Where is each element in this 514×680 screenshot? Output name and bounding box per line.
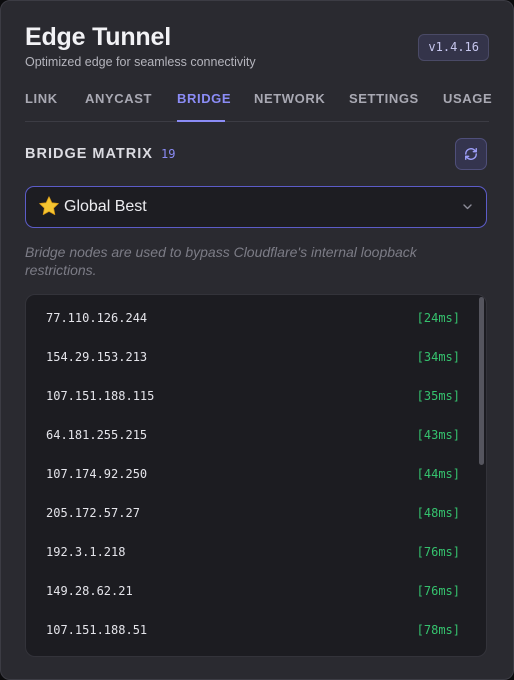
app-panel: Edge Tunnel Optimized edge for seamless … <box>0 0 514 680</box>
version-badge: v1.4.16 <box>418 34 489 61</box>
bridge-ip: 149.28.62.21 <box>46 584 133 598</box>
tab-settings[interactable]: SETTINGS <box>349 91 419 106</box>
bridge-ip: 205.172.57.27 <box>46 506 140 520</box>
region-select-value: Global Best <box>64 198 147 215</box>
refresh-button[interactable] <box>455 138 487 170</box>
bridge-item[interactable]: 192.3.1.218 [76ms] <box>26 529 460 568</box>
bridge-ip: 107.174.92.250 <box>46 467 148 481</box>
section-title: BRIDGE MATRIX <box>25 146 153 162</box>
bridge-latency: [78ms] <box>416 623 460 637</box>
bridge-item[interactable]: 107.174.92.250 [44ms] <box>26 451 460 490</box>
tab-bar: LINK ANYCAST BRIDGE NETWORK SETTINGS USA… <box>25 85 492 122</box>
bridge-ip: 77.110.126.244 <box>46 311 148 325</box>
bridge-item[interactable]: 64.181.255.215 [43ms] <box>26 412 460 451</box>
app-title: Edge Tunnel <box>25 23 171 51</box>
scrollbar-thumb[interactable] <box>479 297 484 465</box>
bridge-latency: [44ms] <box>416 467 460 481</box>
bridge-ip: 154.29.153.213 <box>46 350 148 364</box>
bridge-item[interactable]: 149.28.62.21 [76ms] <box>26 568 460 607</box>
bridge-item[interactable]: 107.151.188.115 [35ms] <box>26 373 460 412</box>
bridge-note: Bridge nodes are used to bypass Cloudfla… <box>25 244 417 278</box>
bridge-item[interactable]: 154.29.153.213 [34ms] <box>26 334 460 373</box>
bridge-ip: 64.181.255.215 <box>46 428 148 442</box>
bridge-latency: [24ms] <box>416 311 460 325</box>
bridge-latency: [48ms] <box>416 506 460 520</box>
bridge-latency: [43ms] <box>416 428 460 442</box>
tab-network[interactable]: NETWORK <box>254 91 325 106</box>
active-tab-indicator <box>177 120 225 122</box>
refresh-icon <box>465 148 477 160</box>
bridge-latency: [76ms] <box>416 584 460 598</box>
bridge-item[interactable]: 107.151.188.51 [78ms] <box>26 607 460 646</box>
list-scrollbar[interactable] <box>479 297 484 654</box>
tab-bridge[interactable]: BRIDGE <box>177 91 231 106</box>
chevron-down-icon <box>463 204 472 210</box>
bridge-latency: [76ms] <box>416 545 460 559</box>
bridge-ip: 107.151.188.115 <box>46 389 155 403</box>
bridge-count-badge: 19 <box>161 147 176 161</box>
bridge-list: 77.110.126.244 [24ms] 154.29.153.213 [34… <box>25 294 487 657</box>
star-icon <box>39 196 59 215</box>
bridge-item[interactable]: 205.172.57.27 [48ms] <box>26 490 460 529</box>
bridge-ip: 107.151.188.51 <box>46 623 148 637</box>
tab-anycast[interactable]: ANYCAST <box>85 91 152 106</box>
app-subtitle: Optimized edge for seamless connectivity <box>25 55 256 69</box>
tab-usage[interactable]: USAGE <box>443 91 492 106</box>
bridge-ip: 192.3.1.218 <box>46 545 126 559</box>
bridge-latency: [34ms] <box>416 350 460 364</box>
bridge-latency: [35ms] <box>416 389 460 403</box>
tab-link[interactable]: LINK <box>25 91 58 106</box>
region-select[interactable]: Global Best <box>25 186 487 228</box>
bridge-item[interactable]: 77.110.126.244 [24ms] <box>26 295 460 334</box>
